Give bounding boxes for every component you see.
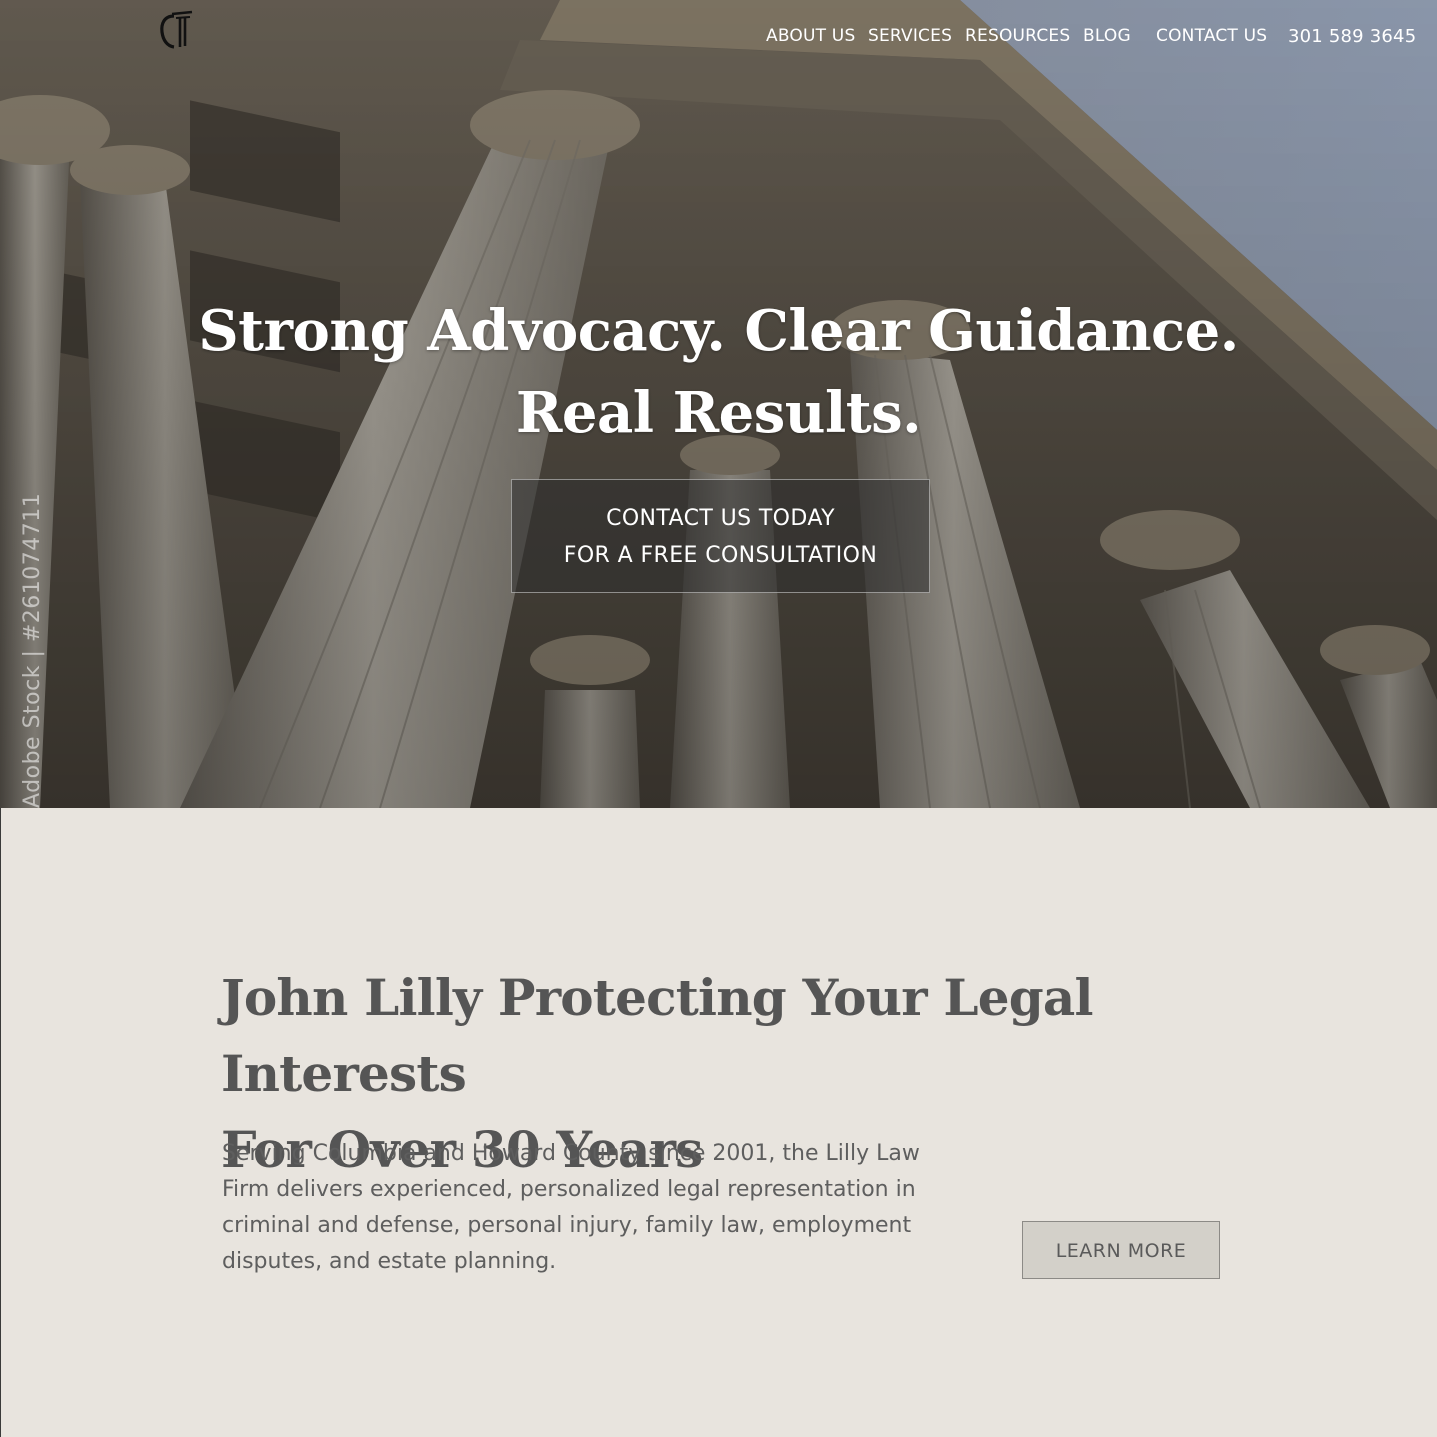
nav-phone-link[interactable]: 301 589 3645 — [1288, 26, 1416, 47]
hero-headline-line1: Strong Advocacy. Clear Guidance. — [198, 298, 1239, 364]
nav-about-us[interactable]: ABOUT US — [766, 26, 855, 46]
contact-cta-button[interactable]: CONTACT US TODAY FOR A FREE CONSULTATION — [511, 479, 930, 593]
hero-headline: Strong Advocacy. Clear Guidance. Real Re… — [0, 290, 1437, 454]
stock-watermark: Adobe Stock | #261074711 — [20, 492, 45, 808]
nav-blog[interactable]: BLOG — [1083, 26, 1131, 46]
cta-line2: FOR A FREE CONSULTATION — [563, 543, 878, 568]
nav-resources[interactable]: RESOURCES — [965, 26, 1070, 46]
cta-line1: CONTACT US TODAY — [606, 506, 835, 531]
page: ABOUT US SERVICES RESOURCES BLOG CONTACT… — [0, 0, 1437, 1437]
hero-headline-line2: Real Results. — [515, 380, 922, 446]
about-description: Serving Columbia and Howard County since… — [222, 1141, 920, 1274]
nav-services[interactable]: SERVICES — [868, 26, 952, 46]
hero-section: ABOUT US SERVICES RESOURCES BLOG CONTACT… — [0, 0, 1437, 808]
learn-more-button[interactable]: LEARN MORE — [1022, 1221, 1220, 1279]
nav-contact-us[interactable]: CONTACT US — [1156, 26, 1267, 46]
main-nav: ABOUT US SERVICES RESOURCES BLOG CONTACT… — [0, 26, 1437, 50]
about-heading-line1: John Lilly Protecting Your Legal Interes… — [221, 968, 1094, 1103]
about-section: John Lilly Protecting Your Legal Interes… — [0, 808, 1437, 1437]
